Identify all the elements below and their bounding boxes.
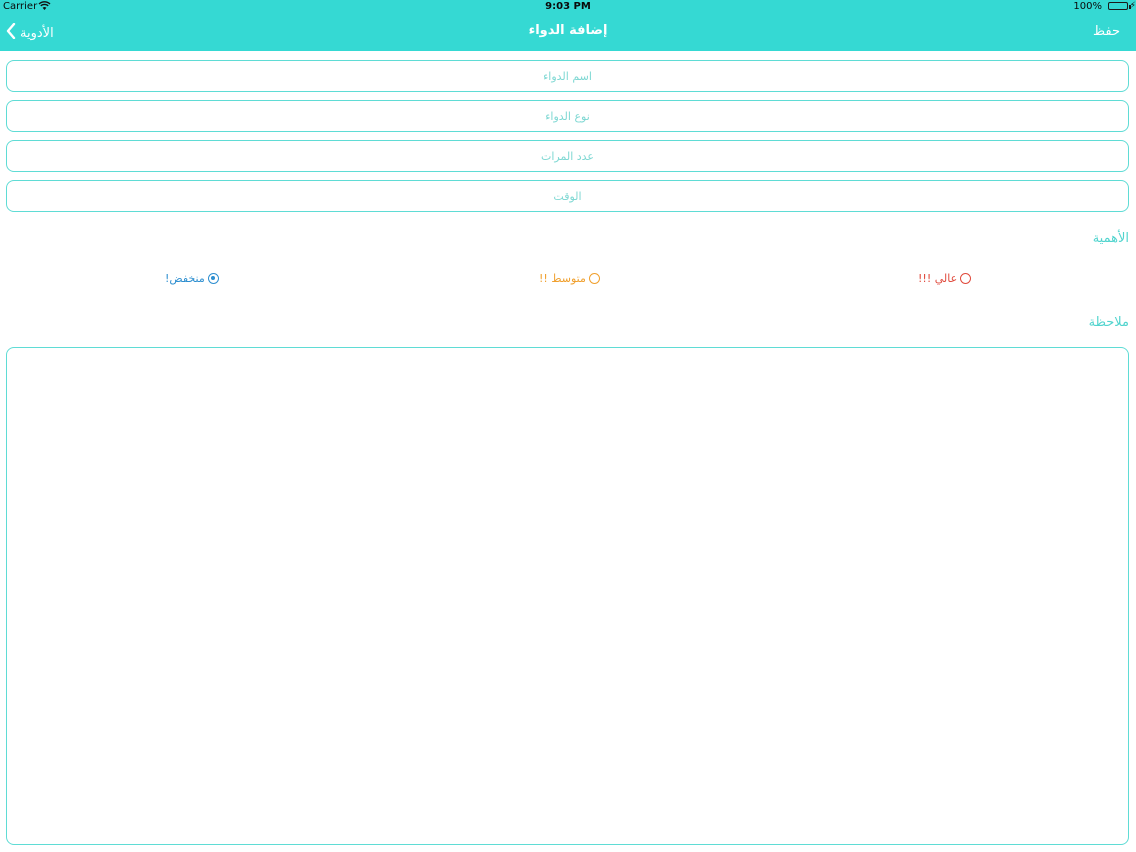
importance-label: الأهمية bbox=[1092, 231, 1129, 246]
note-text-area[interactable] bbox=[6, 347, 1129, 845]
medicine-name-field[interactable]: اسم الدواء bbox=[6, 60, 1129, 92]
status-time: 9:03 PM bbox=[545, 1, 591, 12]
importance-low-radio[interactable]: منخفض! bbox=[165, 272, 219, 285]
battery-icon bbox=[1108, 2, 1128, 10]
importance-high-label: عالي !!! bbox=[918, 272, 958, 285]
importance-medium-radio[interactable]: متوسط !! bbox=[539, 272, 600, 285]
importance-low-label: منخفض! bbox=[165, 272, 205, 285]
status-bar: Carrier 9:03 PM 100% ⚡ bbox=[0, 0, 1136, 13]
importance-medium-label: متوسط !! bbox=[539, 272, 586, 285]
importance-high-radio[interactable]: عالي !!! bbox=[918, 272, 972, 285]
note-label: ملاحظة bbox=[1088, 315, 1129, 330]
save-button[interactable]: حفظ bbox=[1093, 24, 1120, 39]
radio-circle-icon bbox=[588, 273, 600, 284]
medicine-type-field[interactable]: نوع الدواء bbox=[6, 100, 1129, 132]
charging-icon: ⚡ bbox=[1129, 1, 1136, 11]
battery-percentage: 100% bbox=[1073, 1, 1102, 12]
radio-selected-icon bbox=[207, 273, 219, 284]
time-field[interactable]: الوقت bbox=[6, 180, 1129, 212]
radio-circle-icon bbox=[960, 273, 972, 284]
frequency-field[interactable]: عدد المرات bbox=[6, 140, 1129, 172]
page-title: إضافة الدواء bbox=[528, 23, 608, 38]
